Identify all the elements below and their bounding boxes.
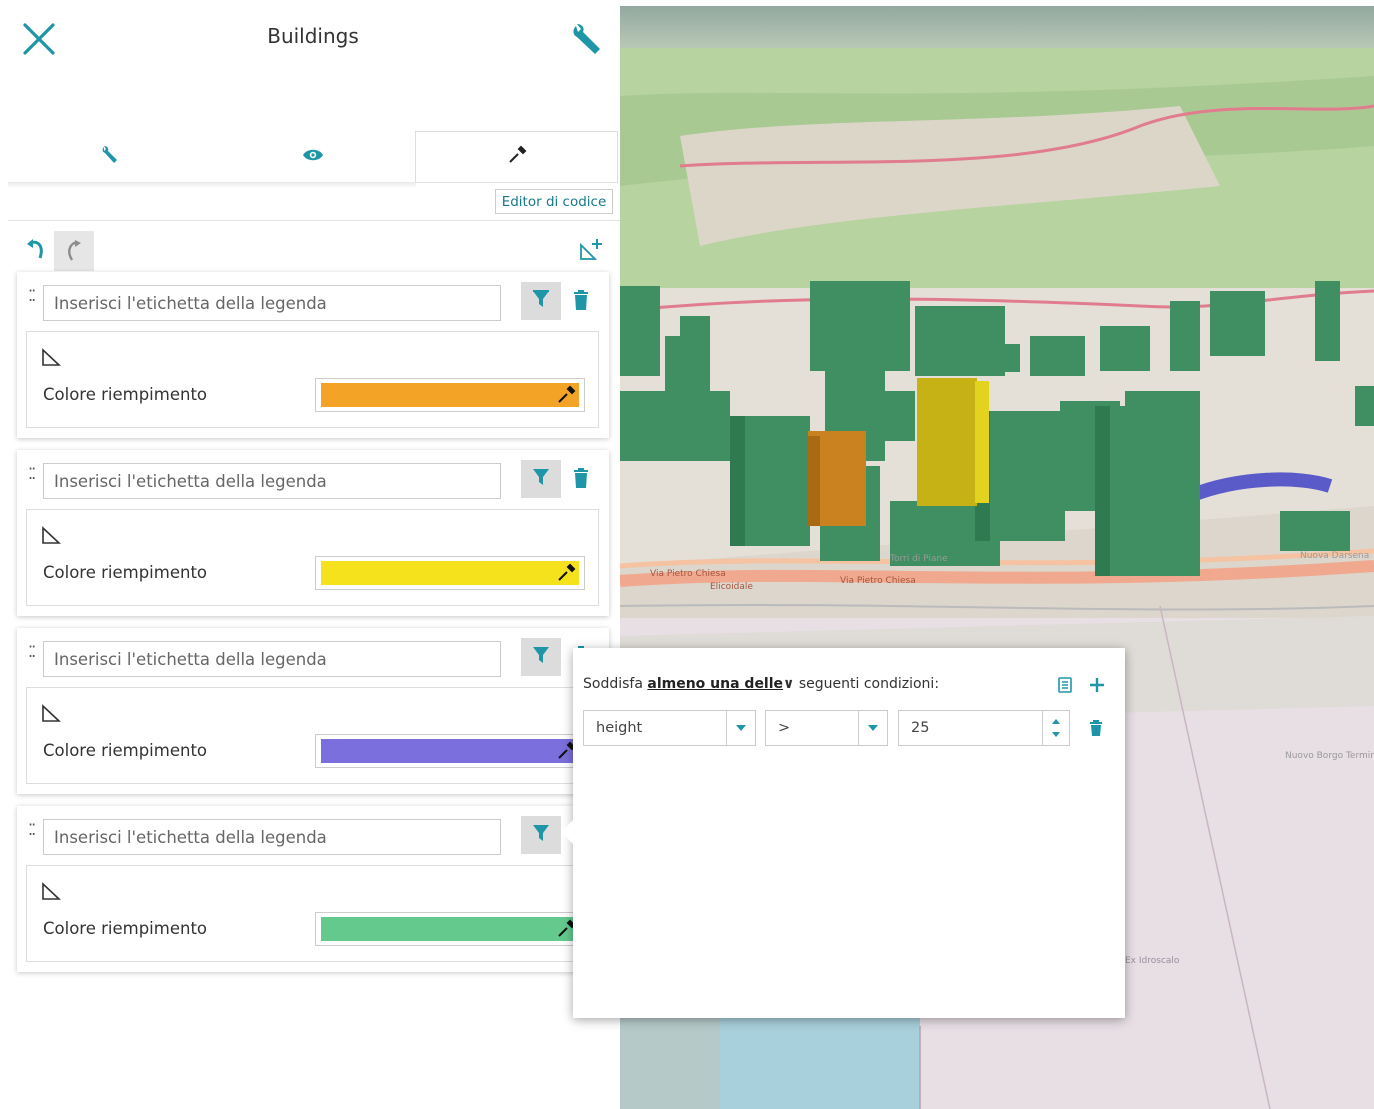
wrench-icon: [100, 145, 120, 169]
rule-properties: Colore riempimento: [26, 865, 599, 962]
eyedropper-icon: [507, 145, 527, 169]
panel-title: Buildings: [267, 24, 359, 48]
map-label: Nuovo Borgo Terminal Porto: [1285, 751, 1374, 761]
color-swatch: [321, 917, 579, 941]
polygon-icon: [41, 525, 62, 545]
attribute-select[interactable]: height: [583, 710, 756, 746]
calculator-icon[interactable]: [1054, 674, 1076, 696]
tab-style[interactable]: [415, 131, 618, 182]
eyedropper-icon: [556, 563, 576, 583]
drag-handle-icon[interactable]: ⁚⁚: [28, 288, 36, 304]
filter-icon: [532, 645, 550, 669]
color-swatch: [321, 739, 579, 763]
rule-properties: Colore riempimento: [26, 509, 599, 606]
style-panel: Buildings Editor di codice ⁚⁚ Colore rie…: [0, 0, 620, 1109]
eyedropper-icon: [556, 385, 576, 405]
filter-icon: [532, 289, 550, 313]
filter-suffix: seguenti condizioni:: [798, 676, 940, 692]
legend-label-input[interactable]: [43, 463, 501, 499]
map-label: Ex Idroscalo: [1125, 956, 1180, 966]
add-condition-icon[interactable]: [1086, 674, 1108, 696]
filter-button[interactable]: [521, 282, 561, 320]
operator-value: >: [778, 720, 791, 736]
number-stepper[interactable]: [1042, 711, 1069, 745]
style-rule: ⁚⁚ Colore riempimento: [17, 450, 609, 616]
divider: [8, 220, 620, 221]
map-label: Torri di Piane: [890, 554, 948, 564]
map-label: Via Pietro Chiesa: [840, 576, 916, 586]
condition-value: 25: [911, 720, 930, 736]
tab-settings[interactable]: [8, 131, 211, 182]
legend-label-input[interactable]: [43, 641, 501, 677]
close-icon[interactable]: [22, 22, 56, 56]
undo-icon[interactable]: [24, 236, 50, 264]
color-picker[interactable]: [315, 378, 585, 412]
filter-icon: [532, 823, 550, 847]
operator-select[interactable]: >: [765, 710, 888, 746]
trash-icon[interactable]: [570, 465, 592, 491]
chevron-down-icon: [726, 711, 755, 745]
rule-properties: Colore riempimento: [26, 331, 599, 428]
filter-button[interactable]: [521, 460, 561, 498]
style-rule: ⁚⁚ Colore riempimento: [17, 806, 609, 972]
tab-display[interactable]: [211, 131, 414, 182]
drag-handle-icon[interactable]: ⁚⁚: [28, 822, 36, 838]
eye-icon: [302, 147, 324, 166]
drag-handle-icon[interactable]: ⁚⁚: [28, 644, 36, 660]
legend-label-input[interactable]: [43, 819, 501, 855]
color-picker[interactable]: [315, 734, 585, 768]
filter-prefix: Soddisfa: [583, 676, 643, 692]
style-rule: ⁚⁚ Colore riempimento: [17, 272, 609, 438]
filter-condition-text: Soddisfa almeno una delle∨ seguenti cond…: [583, 676, 939, 692]
map-label: Nuova Darsena: [1300, 551, 1370, 561]
style-rule: ⁚⁚ Colore riempimento: [17, 628, 609, 794]
color-picker[interactable]: [315, 556, 585, 590]
fill-color-label: Colore riempimento: [43, 563, 208, 582]
popover-arrow: [561, 819, 574, 845]
filter-popover: Soddisfa almeno una delle∨ seguenti cond…: [561, 648, 1125, 1018]
filter-button[interactable]: [521, 638, 561, 676]
wrench-icon[interactable]: [568, 22, 604, 56]
map-label: Elicoidale: [710, 582, 753, 592]
filter-icon: [532, 467, 550, 491]
fill-color-label: Colore riempimento: [43, 919, 208, 938]
polygon-icon: [41, 703, 62, 723]
value-input[interactable]: 25: [898, 710, 1070, 746]
polygon-icon: [41, 881, 62, 901]
filter-mode-dropdown[interactable]: almeno una delle: [647, 676, 783, 692]
filter-button[interactable]: [521, 816, 561, 854]
chevron-down-icon[interactable]: ∨: [783, 676, 794, 692]
color-swatch: [321, 561, 579, 585]
tab-divider: [8, 182, 416, 188]
add-rule-icon[interactable]: [578, 237, 604, 263]
chevron-down-icon: [858, 711, 887, 745]
fill-color-label: Colore riempimento: [43, 741, 208, 760]
fill-color-label: Colore riempimento: [43, 385, 208, 404]
redo-icon[interactable]: [54, 231, 94, 271]
rule-properties: Colore riempimento: [26, 687, 599, 784]
color-swatch: [321, 383, 579, 407]
trash-icon[interactable]: [1089, 720, 1105, 738]
attribute-value: height: [596, 720, 643, 736]
tab-bar: [8, 131, 618, 183]
drag-handle-icon[interactable]: ⁚⁚: [28, 466, 36, 482]
trash-icon[interactable]: [570, 287, 592, 313]
polygon-icon: [41, 347, 62, 367]
legend-label-input[interactable]: [43, 285, 501, 321]
color-picker[interactable]: [315, 912, 585, 946]
map-label: Via Pietro Chiesa: [650, 569, 726, 579]
code-editor-button[interactable]: Editor di codice: [495, 189, 613, 214]
